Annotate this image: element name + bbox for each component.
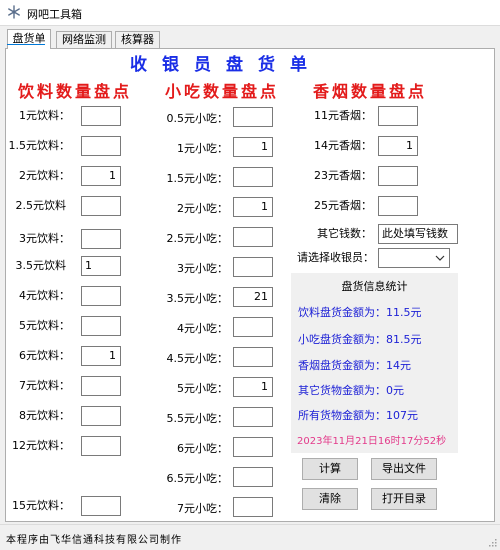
snack-qty-input[interactable] [233, 467, 273, 487]
other-money-label: 其它钱数： [317, 227, 372, 240]
other-total: 其它货物金额为：0元 [298, 384, 404, 397]
snack-qty-input[interactable]: 1 [233, 197, 273, 217]
calculate-button[interactable]: 计算 [302, 458, 358, 480]
status-text: 本程序由飞华信通科技有限公司制作 [6, 535, 182, 546]
drink-label: 3元饮料： [19, 232, 70, 245]
snack-qty-input[interactable]: 1 [233, 377, 273, 397]
drink-label: 5元饮料： [19, 319, 70, 332]
stats-panel: 盘货信息统计 饮料盘货金额为：11.5元 小吃盘货金额为：81.5元 香烟盘货金… [291, 273, 458, 453]
cig-label: 14元香烟： [314, 139, 372, 152]
other-money-input[interactable]: 此处填写钱数 [378, 224, 458, 244]
drink-label: 3.5元饮料 [15, 259, 67, 272]
drink-qty-input[interactable] [81, 136, 121, 156]
snack-label: 2元小吃： [177, 202, 228, 215]
snack-label: 4.5元小吃： [166, 352, 229, 365]
drink-qty-input[interactable] [81, 436, 121, 456]
drink-label: 4元饮料： [19, 289, 70, 302]
snack-label: 6元小吃： [177, 442, 228, 455]
tab-network-monitor[interactable]: 网络监测 [56, 31, 112, 49]
snack-label: 5元小吃： [177, 382, 228, 395]
drink-label: 1.5元饮料： [8, 139, 71, 152]
snack-label: 3.5元小吃： [166, 292, 229, 305]
chevron-down-icon [435, 255, 445, 261]
drink-qty-input[interactable]: 1 [81, 166, 121, 186]
cashier-label: 请选择收银员： [297, 251, 374, 264]
export-file-button[interactable]: 导出文件 [371, 458, 437, 480]
snack-qty-input[interactable] [233, 107, 273, 127]
cig-label: 11元香烟： [314, 109, 372, 122]
cig-qty-input[interactable] [378, 166, 418, 186]
drink-qty-input[interactable] [81, 106, 121, 126]
tab-inventory[interactable]: 盘货单 [7, 29, 51, 49]
snack-qty-input[interactable] [233, 257, 273, 277]
cig-qty-input[interactable]: 1 [378, 136, 418, 156]
cig-label: 23元香烟： [314, 169, 372, 182]
open-directory-button[interactable]: 打开目录 [371, 488, 437, 510]
drink-qty-input[interactable] [81, 316, 121, 336]
snack-label: 2.5元小吃： [166, 232, 229, 245]
drink-label: 2元饮料： [19, 169, 70, 182]
snack-label: 1元小吃： [177, 142, 228, 155]
clear-button[interactable]: 清除 [302, 488, 358, 510]
form-title: 收银员盘货单 [130, 55, 322, 75]
active-tab-indicator [7, 44, 45, 45]
stats-timestamp: 2023年11月21日16时17分52秒 [297, 436, 447, 447]
cig-qty-input[interactable] [378, 196, 418, 216]
drink-label: 8元饮料： [19, 409, 70, 422]
drink-qty-input[interactable] [81, 196, 121, 216]
drink-qty-input[interactable] [81, 376, 121, 396]
snacks-heading: 小吃数量盘点 [165, 82, 280, 101]
drink-qty-input[interactable] [81, 286, 121, 306]
drink-qty-input[interactable] [81, 406, 121, 426]
drink-qty-input[interactable] [81, 496, 121, 516]
cashier-select[interactable] [378, 248, 450, 268]
cigarettes-total: 香烟盘货金额为：14元 [298, 359, 411, 372]
snack-qty-input[interactable] [233, 317, 273, 337]
cig-label: 25元香烟： [314, 199, 372, 212]
snack-label: 0.5元小吃： [166, 112, 229, 125]
window-title: 网吧工具箱 [27, 8, 82, 21]
snack-qty-input[interactable] [233, 437, 273, 457]
drink-label: 6元饮料： [19, 349, 70, 362]
drink-qty-input[interactable]: 1 [81, 256, 121, 276]
drink-qty-input[interactable] [81, 229, 121, 249]
app-snowflake-icon [8, 5, 20, 19]
cig-qty-input[interactable] [378, 106, 418, 126]
drink-qty-input[interactable]: 1 [81, 346, 121, 366]
stats-title: 盘货信息统计 [341, 280, 408, 293]
drinks-total: 饮料盘货金额为：11.5元 [298, 306, 422, 319]
drink-label: 12元饮料： [12, 439, 70, 452]
snacks-total: 小吃盘货金额为：81.5元 [298, 333, 422, 346]
snack-qty-input[interactable] [233, 227, 273, 247]
snack-label: 6.5元小吃： [166, 472, 229, 485]
cigarettes-heading: 香烟数量盘点 [313, 82, 428, 101]
snack-label: 3元小吃： [177, 262, 228, 275]
snack-qty-input[interactable]: 21 [233, 287, 273, 307]
drink-label: 2.5元饮料 [15, 199, 67, 212]
tab-calculator[interactable]: 核算器 [115, 31, 160, 49]
drink-label: 7元饮料： [19, 379, 70, 392]
snack-qty-input[interactable] [233, 167, 273, 187]
snack-label: 4元小吃： [177, 322, 228, 335]
status-bar: 本程序由飞华信通科技有限公司制作 [0, 524, 500, 550]
snack-qty-input[interactable] [233, 407, 273, 427]
snack-qty-input[interactable] [233, 347, 273, 367]
snack-label: 7元小吃： [177, 502, 228, 515]
snack-qty-input[interactable] [233, 497, 273, 517]
snack-label: 5.5元小吃： [166, 412, 229, 425]
drink-label: 15元饮料： [12, 499, 70, 512]
resize-grip-icon[interactable] [487, 537, 497, 547]
drink-label: 1元饮料： [19, 109, 70, 122]
snack-label: 1.5元小吃： [166, 172, 229, 185]
title-bar: 网吧工具箱 [0, 0, 500, 26]
grand-total: 所有货物金额为：107元 [298, 409, 418, 422]
snack-qty-input[interactable]: 1 [233, 137, 273, 157]
drinks-heading: 饮料数量盘点 [18, 82, 133, 101]
